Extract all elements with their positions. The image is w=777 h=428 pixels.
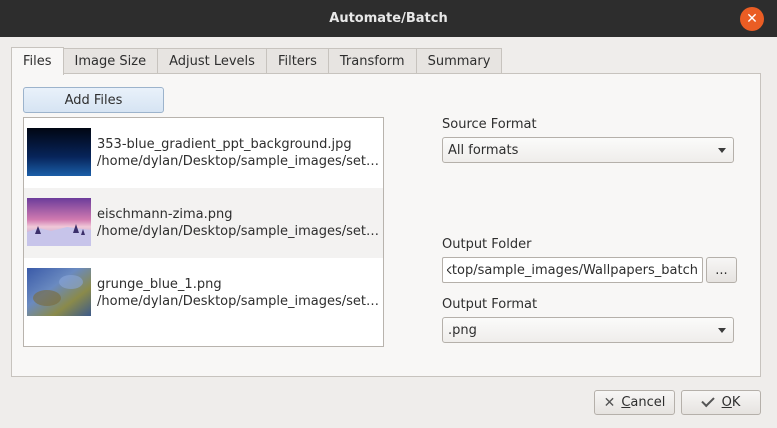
check-icon [700,393,715,408]
file-path: /home/dylan/Desktop/sample_images/set… [97,294,380,309]
file-path: /home/dylan/Desktop/sample_images/set… [97,224,380,239]
tab-label: Filters [277,54,317,69]
tab-summary[interactable]: Summary [416,48,503,74]
chevron-down-icon [718,328,726,333]
tab-label: Files [23,54,52,69]
file-path: /home/dylan/Desktop/sample_images/set… [97,154,380,169]
file-list[interactable]: 353-blue_gradient_ppt_background.jpg /ho… [23,117,384,347]
source-format-label: Source Format [442,117,537,132]
file-name: 353-blue_gradient_ppt_background.jpg [97,137,352,152]
image-thumbnail [27,198,91,246]
output-folder-input[interactable] [442,257,703,283]
output-format-label: Output Format [442,297,538,312]
tab-label: Image Size [74,54,147,69]
output-format-value: .png [448,322,477,338]
files-tab-panel: Add Files 353-blue_gradient_ppt_backgrou… [11,73,761,377]
output-folder-label: Output Folder [442,237,532,252]
list-item[interactable]: grunge_blue_1.png /home/dylan/Desktop/sa… [24,258,383,328]
tab-label: Transform [339,54,405,69]
image-thumbnail [27,268,91,316]
close-icon[interactable]: ✕ [740,7,764,31]
tab-label: Summary [427,54,491,69]
tab-filters[interactable]: Filters [266,48,329,74]
source-format-select[interactable]: All formats [442,137,734,163]
image-thumbnail [27,128,91,176]
tab-image-size[interactable]: Image Size [63,48,159,74]
tab-transform[interactable]: Transform [328,48,417,74]
cancel-button[interactable]: ✕ Cancel [594,390,675,415]
file-name: grunge_blue_1.png [97,277,222,292]
tab-adjust-levels[interactable]: Adjust Levels [158,48,267,74]
tab-files[interactable]: Files [11,47,64,75]
list-item[interactable]: eischmann-zima.png /home/dylan/Desktop/s… [24,188,383,258]
ok-label: OK [721,395,741,410]
tab-label: Adjust Levels [169,54,255,69]
add-files-label: Add Files [64,92,123,108]
window-title: Automate/Batch [329,11,448,26]
cancel-icon: ✕ [603,394,616,411]
file-name: eischmann-zima.png [97,207,233,222]
add-files-button[interactable]: Add Files [23,87,164,113]
source-format-value: All formats [448,142,519,158]
cancel-label: Cancel [621,395,666,410]
list-item[interactable]: 353-blue_gradient_ppt_background.jpg /ho… [24,118,383,188]
browse-folder-button[interactable]: ... [706,257,737,283]
ok-button[interactable]: OK [681,390,761,415]
tab-bar: Files Image Size Adjust Levels Filters T… [11,47,503,75]
close-glyph: ✕ [746,11,758,27]
output-format-select[interactable]: .png [442,317,734,343]
title-bar: Automate/Batch ✕ [0,0,777,37]
chevron-down-icon [718,148,726,153]
browse-label: ... [715,262,728,278]
